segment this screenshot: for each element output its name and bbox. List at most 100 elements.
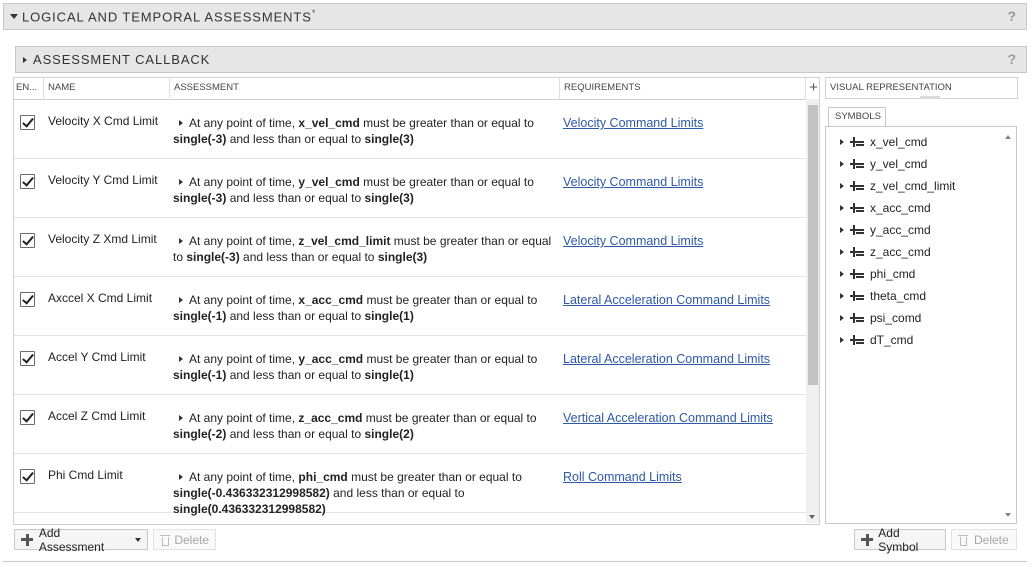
assessment-signal: x_vel_cmd xyxy=(298,116,360,130)
table-row[interactable]: Accel Z Cmd Limit At any point of time, z… xyxy=(14,395,806,454)
tab-symbols[interactable]: SYMBOLS xyxy=(828,107,886,127)
column-header-name[interactable]: NAME xyxy=(44,78,170,100)
expand-right-icon[interactable] xyxy=(179,356,183,363)
assessment-condition: must be greater than or equal to xyxy=(366,352,538,366)
scroll-down-icon[interactable] xyxy=(809,515,815,519)
expand-right-icon[interactable] xyxy=(840,205,844,211)
column-header-enabled[interactable]: EN... xyxy=(14,78,44,100)
assessment-prefix: At any point of time, xyxy=(189,175,296,189)
expand-right-icon[interactable] xyxy=(840,293,844,299)
expand-right-icon[interactable] xyxy=(840,139,844,145)
chevron-down-icon[interactable] xyxy=(135,537,141,542)
add-symbol-button[interactable]: Add Symbol xyxy=(854,526,946,554)
assessment-text[interactable]: At any point of time, z_vel_cmd_limit mu… xyxy=(173,233,558,265)
collapse-down-icon[interactable] xyxy=(10,14,18,19)
expand-right-icon[interactable] xyxy=(23,56,27,63)
symbol-item[interactable]: phi_cmd xyxy=(840,263,955,285)
symbol-item[interactable]: y_vel_cmd xyxy=(840,153,955,175)
column-header-assessment[interactable]: ASSESSMENT xyxy=(170,78,560,100)
expand-right-icon[interactable] xyxy=(179,297,183,304)
table-row[interactable]: Velocity X Cmd Limit At any point of time… xyxy=(14,100,806,159)
assessment-name[interactable]: Accel Z Cmd Limit xyxy=(48,409,145,423)
splitter-handle[interactable] xyxy=(920,96,940,99)
enabled-checkbox[interactable] xyxy=(20,351,35,366)
assessment-prefix: At any point of time, xyxy=(189,470,296,484)
expand-right-icon[interactable] xyxy=(179,120,183,127)
scrollbar-thumb[interactable] xyxy=(808,105,818,385)
trash-icon xyxy=(160,534,171,546)
symbol-label: z_acc_cmd xyxy=(870,245,931,259)
assessment-lower-bound: single(-2) xyxy=(173,427,227,441)
enabled-checkbox[interactable] xyxy=(20,469,35,484)
callback-help-icon[interactable]: ? xyxy=(1007,51,1016,67)
symbol-item[interactable]: z_vel_cmd_limit xyxy=(840,175,955,197)
enabled-checkbox[interactable] xyxy=(20,410,35,425)
assessment-lower-bound: single(-3) xyxy=(173,132,227,146)
expand-right-icon[interactable] xyxy=(179,474,183,481)
table-scrollbar[interactable] xyxy=(806,99,819,523)
assessment-lower-bound: single(-0.436332312998582) xyxy=(173,486,330,500)
expand-right-icon[interactable] xyxy=(179,238,183,245)
expand-right-icon[interactable] xyxy=(840,249,844,255)
requirement-link[interactable]: Lateral Acceleration Command Limits xyxy=(563,293,770,307)
panel-title: LOGICAL AND TEMPORAL ASSESSMENTS* xyxy=(22,8,317,25)
expand-right-icon[interactable] xyxy=(840,161,844,167)
expand-right-icon[interactable] xyxy=(840,337,844,343)
requirement-link[interactable]: Velocity Command Limits xyxy=(563,175,703,189)
assessment-text[interactable]: At any point of time, phi_cmd must be gr… xyxy=(173,469,558,517)
symbol-item[interactable]: dT_cmd xyxy=(840,329,955,351)
assessment-text[interactable]: At any point of time, y_vel_cmd must be … xyxy=(173,174,558,206)
requirement-link[interactable]: Velocity Command Limits xyxy=(563,116,703,130)
assessment-name[interactable]: Velocity Z Xmd Limit xyxy=(48,232,157,246)
column-header-requirements[interactable]: REQUIREMENTS xyxy=(560,78,806,100)
assessment-upper-bound: single(3) xyxy=(364,132,414,146)
assessment-name[interactable]: Velocity Y Cmd Limit xyxy=(48,173,158,187)
assessment-text[interactable]: At any point of time, z_acc_cmd must be … xyxy=(173,410,558,442)
symbol-item[interactable]: x_acc_cmd xyxy=(840,197,955,219)
signal-icon xyxy=(850,269,864,279)
symbols-scrollbar[interactable] xyxy=(1003,131,1013,519)
requirement-link[interactable]: Roll Command Limits xyxy=(563,470,682,484)
assessment-name[interactable]: Phi Cmd Limit xyxy=(48,468,123,482)
enabled-checkbox[interactable] xyxy=(20,115,35,130)
assessment-text[interactable]: At any point of time, x_acc_cmd must be … xyxy=(173,292,558,324)
expand-right-icon[interactable] xyxy=(179,179,183,186)
table-row[interactable]: Axccel X Cmd Limit At any point of time, … xyxy=(14,277,806,336)
assessment-name[interactable]: Velocity X Cmd Limit xyxy=(48,114,158,128)
requirement-link[interactable]: Vertical Acceleration Command Limits xyxy=(563,411,773,425)
assessment-name[interactable]: Accel Y Cmd Limit xyxy=(48,350,146,364)
add-assessment-button[interactable]: Add Assessment xyxy=(14,526,148,554)
symbol-item[interactable]: psi_comd xyxy=(840,307,955,329)
delete-symbol-button[interactable]: Delete xyxy=(951,529,1017,550)
symbol-item[interactable]: z_acc_cmd xyxy=(840,241,955,263)
expand-right-icon[interactable] xyxy=(840,227,844,233)
scroll-down-icon[interactable] xyxy=(1005,513,1011,517)
symbol-item[interactable]: theta_cmd xyxy=(840,285,955,307)
enabled-checkbox[interactable] xyxy=(20,292,35,307)
delete-assessment-button[interactable]: Delete xyxy=(153,529,216,550)
table-row[interactable]: Phi Cmd Limit At any point of time, phi_c… xyxy=(14,454,806,516)
assessment-prefix: At any point of time, xyxy=(189,234,296,248)
scroll-up-icon[interactable] xyxy=(1005,135,1011,139)
expand-right-icon[interactable] xyxy=(179,415,183,422)
assessment-text[interactable]: At any point of time, x_vel_cmd must be … xyxy=(173,115,558,147)
assessment-text[interactable]: At any point of time, y_acc_cmd must be … xyxy=(173,351,558,383)
table-row[interactable]: Velocity Z Xmd Limit At any point of time… xyxy=(14,218,806,277)
expand-right-icon[interactable] xyxy=(840,271,844,277)
assessments-panel-header[interactable]: LOGICAL AND TEMPORAL ASSESSMENTS* ? xyxy=(3,3,1027,30)
help-icon[interactable]: ? xyxy=(1007,8,1016,24)
expand-right-icon[interactable] xyxy=(840,315,844,321)
requirement-link[interactable]: Velocity Command Limits xyxy=(563,234,703,248)
add-column-button[interactable]: + xyxy=(806,78,819,100)
expand-right-icon[interactable] xyxy=(840,183,844,189)
visual-representation-title: VISUAL REPRESENTATION xyxy=(830,82,952,93)
enabled-checkbox[interactable] xyxy=(20,233,35,248)
symbol-item[interactable]: x_vel_cmd xyxy=(840,131,955,153)
symbol-item[interactable]: y_acc_cmd xyxy=(840,219,955,241)
table-row[interactable]: Velocity Y Cmd Limit At any point of time… xyxy=(14,159,806,218)
assessment-name[interactable]: Axccel X Cmd Limit xyxy=(48,291,152,305)
assessment-callback-header[interactable]: ASSESSMENT CALLBACK ? xyxy=(15,46,1027,73)
enabled-checkbox[interactable] xyxy=(20,174,35,189)
requirement-link[interactable]: Lateral Acceleration Command Limits xyxy=(563,352,770,366)
table-row[interactable]: Accel Y Cmd Limit At any point of time, y… xyxy=(14,336,806,395)
